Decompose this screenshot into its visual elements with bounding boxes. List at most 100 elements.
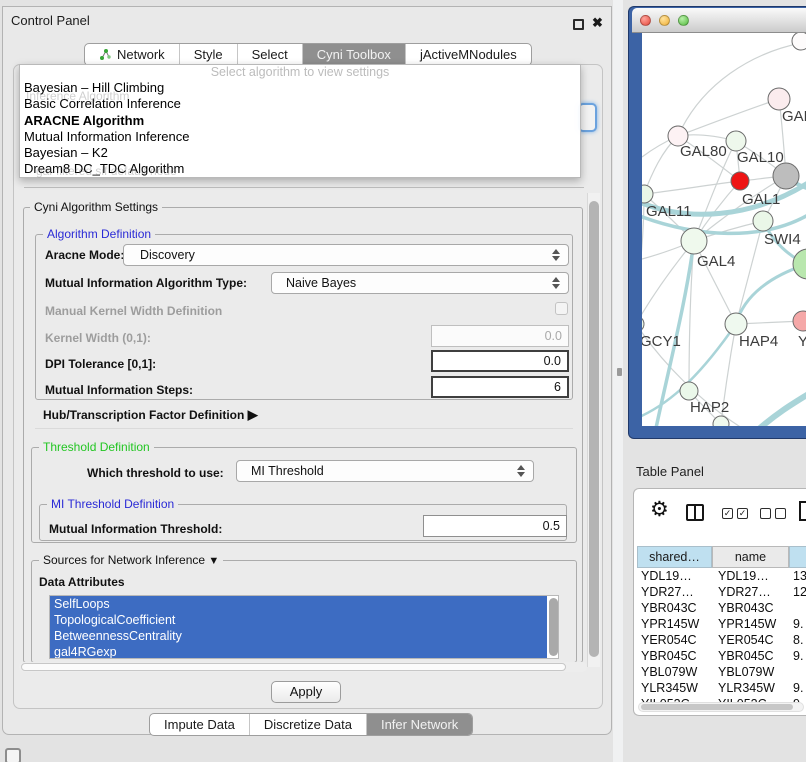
close-icon[interactable]: ✖: [592, 15, 603, 31]
ghost-inference-algorithm-label: Inference Algorithm: [26, 89, 129, 103]
gear-icon[interactable]: ⚙: [650, 497, 669, 521]
table-cell: YLR345W: [641, 681, 698, 695]
table-hscrollbar-thumb[interactable]: [641, 704, 793, 710]
data-attribute-item[interactable]: TopologicalCoefficient: [50, 612, 547, 628]
hub-section-toggle[interactable]: Hub/Transcription Factor Definition ▶: [43, 407, 258, 423]
network-icon: [99, 48, 112, 61]
tab-label: Cyni Toolbox: [317, 44, 391, 65]
table-cell: YER054C: [641, 633, 697, 647]
settings-hscrollbar-thumb[interactable]: [21, 663, 566, 671]
split-columns-icon[interactable]: [686, 504, 704, 521]
node-GCY1[interactable]: [642, 316, 644, 332]
table-row[interactable]: YDL19…YDL19…13: [634, 569, 806, 585]
checked-pair-icon[interactable]: ✓✓: [722, 508, 748, 519]
node-red[interactable]: [731, 172, 749, 190]
network-view-window: GALGAL80GAL10GAL1GAL11SWI4GAL4GCY1HAP4YH…: [628, 6, 806, 439]
algorithm-option[interactable]: ARACNE Algorithm: [20, 113, 580, 129]
network-edge-highlighted[interactable]: [760, 393, 806, 426]
data-attribute-item[interactable]: BetweennessCentrality: [50, 628, 547, 644]
column-header-name[interactable]: name: [712, 546, 789, 568]
node-SWI4[interactable]: [753, 211, 773, 231]
mi-type-label: Mutual Information Algorithm Type:: [45, 276, 247, 290]
node-label-GAL: GAL: [782, 108, 806, 125]
tab-label: Network: [117, 44, 165, 65]
splitter-handle[interactable]: [617, 368, 622, 376]
tab-jactivemnodules[interactable]: jActiveMNodules: [405, 44, 531, 65]
close-traffic-light-icon[interactable]: [640, 15, 651, 26]
data-attributes-list[interactable]: SelfLoopsTopologicalCoefficientBetweenne…: [49, 595, 559, 659]
algorithm-dropdown-placeholder: Select algorithm to view settings: [20, 65, 580, 80]
network-edge[interactable]: [736, 221, 763, 324]
which-threshold-combo[interactable]: MI Threshold: [236, 460, 534, 482]
network-edge[interactable]: [678, 99, 779, 136]
node-pink-top[interactable]: [768, 88, 790, 110]
manual-kernel-checkbox[interactable]: [555, 302, 568, 315]
table-row[interactable]: YPR145WYPR145W9.: [634, 617, 806, 633]
section-divider: [35, 428, 573, 429]
tab-impute-data[interactable]: Impute Data: [150, 714, 249, 735]
node-label-GAL1: GAL1: [742, 191, 780, 208]
tab-style[interactable]: Style: [179, 44, 237, 65]
node-label-GAL80: GAL80: [680, 143, 727, 160]
mi-threshold-field[interactable]: 0.5: [423, 515, 567, 537]
expand-arrow-icon: ▶: [248, 407, 258, 422]
node-green-right[interactable]: [793, 249, 806, 279]
mi-steps-field[interactable]: 6: [431, 376, 569, 398]
settings-vscrollbar-thumb[interactable]: [589, 201, 599, 657]
unchecked-pair-icon[interactable]: [760, 508, 786, 519]
combo-spinner-icon: [552, 277, 560, 289]
algorithm-option[interactable]: Bayesian – K2: [20, 145, 580, 161]
aracne-mode-label: Aracne Mode:: [45, 248, 124, 262]
mi-type-value: Naive Bayes: [286, 276, 356, 290]
mi-type-combo[interactable]: Naive Bayes: [271, 272, 569, 294]
aracne-mode-combo[interactable]: Discovery: [123, 244, 569, 266]
algorithm-definition-title: Algorithm Definition: [43, 227, 155, 241]
restore-panel-icon[interactable]: [5, 748, 21, 762]
sources-group-title[interactable]: Sources for Network Inference ▼: [39, 553, 223, 567]
node-pink-right[interactable]: [793, 311, 806, 331]
table-row[interactable]: YBL079WYBL079W: [634, 665, 806, 681]
node-top-partial[interactable]: [792, 33, 806, 50]
table-panel-title: Table Panel: [636, 464, 704, 479]
kernel-width-field[interactable]: 0.0: [431, 325, 569, 347]
partial-table-icon[interactable]: [799, 501, 806, 521]
table-hscrollbar-track[interactable]: [638, 702, 804, 712]
control-panel-window: Control Panel ✖ NetworkStyleSelectCyni T…: [2, 6, 612, 735]
table-row[interactable]: YLR345WYLR345W9.: [634, 681, 806, 697]
data-attribute-item[interactable]: SelfLoops: [50, 596, 547, 612]
network-edge[interactable]: [644, 181, 740, 194]
column-header-shared[interactable]: shared…: [637, 546, 712, 568]
network-canvas[interactable]: GALGAL80GAL10GAL1GAL11SWI4GAL4GCY1HAP4YH…: [642, 33, 806, 426]
list-scrollbar-thumb[interactable]: [549, 598, 558, 656]
float-window-icon[interactable]: [573, 19, 584, 30]
node-GAL10[interactable]: [726, 131, 746, 151]
cyni-bottom-tabbar: Impute DataDiscretize DataInfer Network: [149, 713, 473, 736]
network-edge[interactable]: [642, 194, 644, 283]
algorithm-option[interactable]: Mutual Information Inference: [20, 129, 580, 145]
tab-infer-network[interactable]: Infer Network: [366, 714, 472, 735]
node-label-GAL4: GAL4: [697, 253, 735, 270]
minimize-traffic-light-icon[interactable]: [659, 15, 670, 26]
dpi-tolerance-field[interactable]: 0.0: [431, 350, 569, 372]
network-window-titlebar[interactable]: [632, 8, 806, 33]
table-row[interactable]: YBR045CYBR045C9.: [634, 649, 806, 665]
tab-cyni-toolbox[interactable]: Cyni Toolbox: [302, 44, 405, 65]
table-cell: YBR045C: [718, 649, 774, 663]
table-row[interactable]: YDR27…YDR27…12: [634, 585, 806, 601]
apply-button[interactable]: Apply: [271, 681, 341, 703]
zoom-traffic-light-icon[interactable]: [678, 15, 689, 26]
tab-network[interactable]: Network: [85, 44, 179, 65]
panel-splitter[interactable]: [613, 0, 623, 762]
node-HAP4[interactable]: [725, 313, 747, 335]
tab-discretize-data[interactable]: Discretize Data: [249, 714, 366, 735]
table-row[interactable]: YBR043CYBR043C: [634, 601, 806, 617]
table-cell: YBL079W: [641, 665, 697, 679]
tab-select[interactable]: Select: [237, 44, 302, 65]
table-row[interactable]: YER054CYER054C8.: [634, 633, 806, 649]
node-HAP2[interactable]: [680, 382, 698, 400]
data-attribute-item[interactable]: gal4RGexp: [50, 644, 547, 659]
node-gray[interactable]: [773, 163, 799, 189]
node-GAL4[interactable]: [681, 228, 707, 254]
table-cell: YBR045C: [641, 649, 697, 663]
column-header-partial[interactable]: [789, 546, 806, 568]
